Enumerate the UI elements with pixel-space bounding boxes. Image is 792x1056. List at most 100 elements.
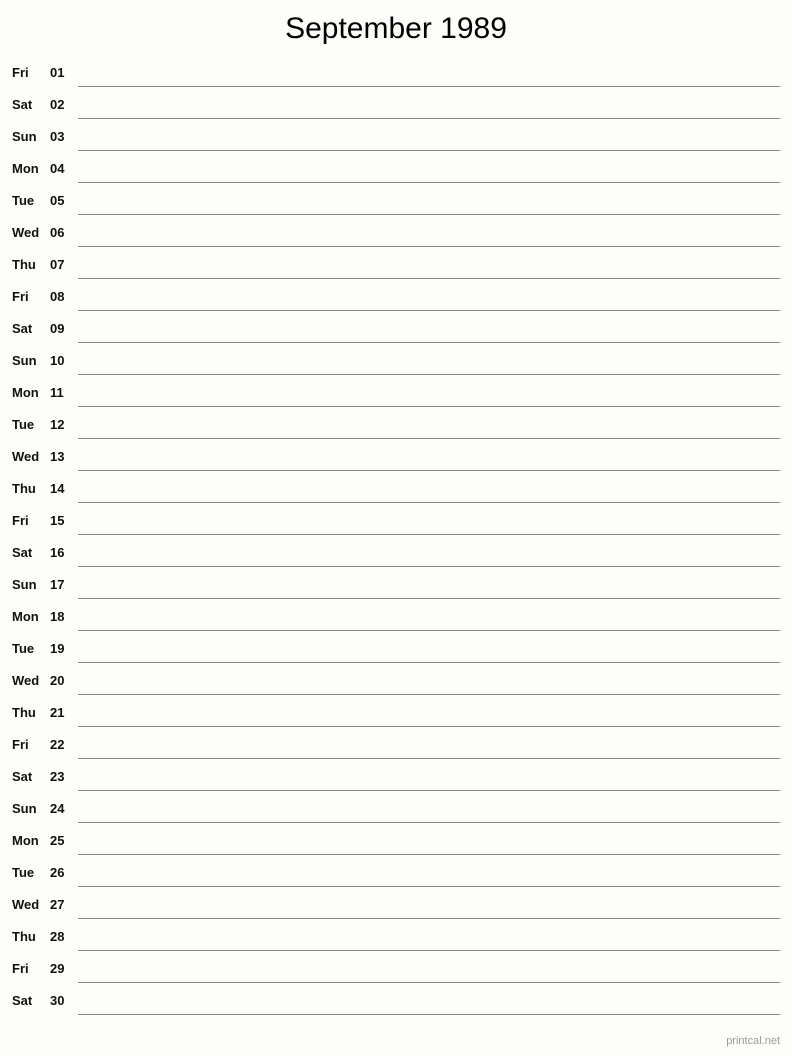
day-notes-writing-line[interactable] — [78, 118, 780, 119]
day-row[interactable]: Thu 21 — [0, 702, 792, 734]
day-row[interactable]: Fri 08 — [0, 286, 792, 318]
day-number-label: 09 — [50, 321, 65, 336]
day-weekday-label: Sun — [12, 353, 37, 368]
day-weekday-label: Thu — [12, 929, 36, 944]
day-row[interactable]: Fri 01 — [0, 62, 792, 94]
day-notes-writing-line[interactable] — [78, 886, 780, 887]
day-weekday-label: Thu — [12, 705, 36, 720]
day-row[interactable]: Mon 04 — [0, 158, 792, 190]
day-notes-writing-line[interactable] — [78, 1014, 780, 1015]
day-weekday-label: Sat — [12, 993, 33, 1008]
day-row[interactable]: Wed 06 — [0, 222, 792, 254]
day-notes-writing-line[interactable] — [78, 214, 780, 215]
day-notes-writing-line[interactable] — [78, 918, 780, 919]
day-notes-writing-line[interactable] — [78, 982, 780, 983]
day-row[interactable]: Sat 30 — [0, 990, 792, 1022]
day-row[interactable]: Fri 15 — [0, 510, 792, 542]
day-notes-writing-line[interactable] — [78, 694, 780, 695]
day-notes-writing-line[interactable] — [78, 854, 780, 855]
day-row[interactable]: Mon 11 — [0, 382, 792, 414]
day-notes-writing-line[interactable] — [78, 246, 780, 247]
day-number-label: 13 — [50, 449, 65, 464]
day-weekday-label: Fri — [12, 289, 29, 304]
day-number-label: 19 — [50, 641, 65, 656]
day-notes-writing-line[interactable] — [78, 758, 780, 759]
day-notes-writing-line[interactable] — [78, 566, 780, 567]
day-weekday-label: Wed — [12, 897, 40, 912]
day-weekday-label: Sat — [12, 545, 33, 560]
day-row[interactable]: Mon 25 — [0, 830, 792, 862]
day-notes-writing-line[interactable] — [78, 534, 780, 535]
day-weekday-label: Tue — [12, 417, 35, 432]
day-row[interactable]: Sun 03 — [0, 126, 792, 158]
day-notes-writing-line[interactable] — [78, 342, 780, 343]
day-number-label: 11 — [50, 385, 64, 400]
day-notes-writing-line[interactable] — [78, 598, 780, 599]
day-row[interactable]: Wed 27 — [0, 894, 792, 926]
day-notes-writing-line[interactable] — [78, 630, 780, 631]
day-row[interactable]: Sun 24 — [0, 798, 792, 830]
day-row[interactable]: Tue 05 — [0, 190, 792, 222]
day-weekday-label: Sun — [12, 577, 37, 592]
day-notes-writing-line[interactable] — [78, 374, 780, 375]
day-notes-writing-line[interactable] — [78, 406, 780, 407]
day-number-label: 04 — [50, 161, 65, 176]
day-row[interactable]: Tue 26 — [0, 862, 792, 894]
day-notes-writing-line[interactable] — [78, 950, 780, 951]
day-weekday-label: Fri — [12, 65, 29, 80]
day-row[interactable]: Mon 18 — [0, 606, 792, 638]
day-notes-writing-line[interactable] — [78, 150, 780, 151]
day-notes-writing-line[interactable] — [78, 662, 780, 663]
day-number-label: 07 — [50, 257, 65, 272]
day-number-label: 25 — [50, 833, 65, 848]
footer-credit: printcal.net — [726, 1035, 780, 1047]
day-row[interactable]: Thu 07 — [0, 254, 792, 286]
day-weekday-label: Mon — [12, 161, 39, 176]
day-number-label: 30 — [50, 993, 65, 1008]
day-notes-writing-line[interactable] — [78, 310, 780, 311]
day-weekday-label: Mon — [12, 833, 39, 848]
day-weekday-label: Mon — [12, 385, 39, 400]
day-row[interactable]: Thu 14 — [0, 478, 792, 510]
day-weekday-label: Sat — [12, 769, 33, 784]
day-notes-writing-line[interactable] — [78, 502, 780, 503]
day-row[interactable]: Sun 10 — [0, 350, 792, 382]
day-row[interactable]: Fri 22 — [0, 734, 792, 766]
day-number-label: 16 — [50, 545, 65, 560]
day-row[interactable]: Thu 28 — [0, 926, 792, 958]
day-number-label: 10 — [50, 353, 65, 368]
day-notes-writing-line[interactable] — [78, 726, 780, 727]
day-row[interactable]: Sat 23 — [0, 766, 792, 798]
day-weekday-label: Sat — [12, 321, 33, 336]
day-weekday-label: Mon — [12, 609, 39, 624]
day-row[interactable]: Tue 12 — [0, 414, 792, 446]
day-number-label: 17 — [50, 577, 65, 592]
day-row[interactable]: Wed 13 — [0, 446, 792, 478]
day-weekday-label: Thu — [12, 481, 36, 496]
day-row[interactable]: Sat 09 — [0, 318, 792, 350]
day-row[interactable]: Sat 02 — [0, 94, 792, 126]
day-notes-writing-line[interactable] — [78, 86, 780, 87]
day-notes-writing-line[interactable] — [78, 182, 780, 183]
day-row[interactable]: Sun 17 — [0, 574, 792, 606]
day-number-label: 06 — [50, 225, 65, 240]
day-weekday-label: Tue — [12, 641, 35, 656]
day-row[interactable]: Tue 19 — [0, 638, 792, 670]
day-number-label: 05 — [50, 193, 65, 208]
page-title: September 1989 — [285, 12, 507, 45]
day-notes-writing-line[interactable] — [78, 438, 780, 439]
day-number-label: 01 — [50, 65, 65, 80]
day-row[interactable]: Sat 16 — [0, 542, 792, 574]
day-notes-writing-line[interactable] — [78, 470, 780, 471]
day-weekday-label: Tue — [12, 865, 35, 880]
day-row[interactable]: Wed 20 — [0, 670, 792, 702]
day-number-label: 03 — [50, 129, 65, 144]
day-row[interactable]: Fri 29 — [0, 958, 792, 990]
day-weekday-label: Sat — [12, 97, 33, 112]
calendar-page: September 1989 Fri 01 Sat 02 Sun 03 Mon 04 Tue 05… — [0, 0, 792, 1056]
day-notes-writing-line[interactable] — [78, 822, 780, 823]
day-weekday-label: Sun — [12, 129, 37, 144]
day-notes-writing-line[interactable] — [78, 790, 780, 791]
day-number-label: 21 — [50, 705, 65, 720]
day-notes-writing-line[interactable] — [78, 278, 780, 279]
